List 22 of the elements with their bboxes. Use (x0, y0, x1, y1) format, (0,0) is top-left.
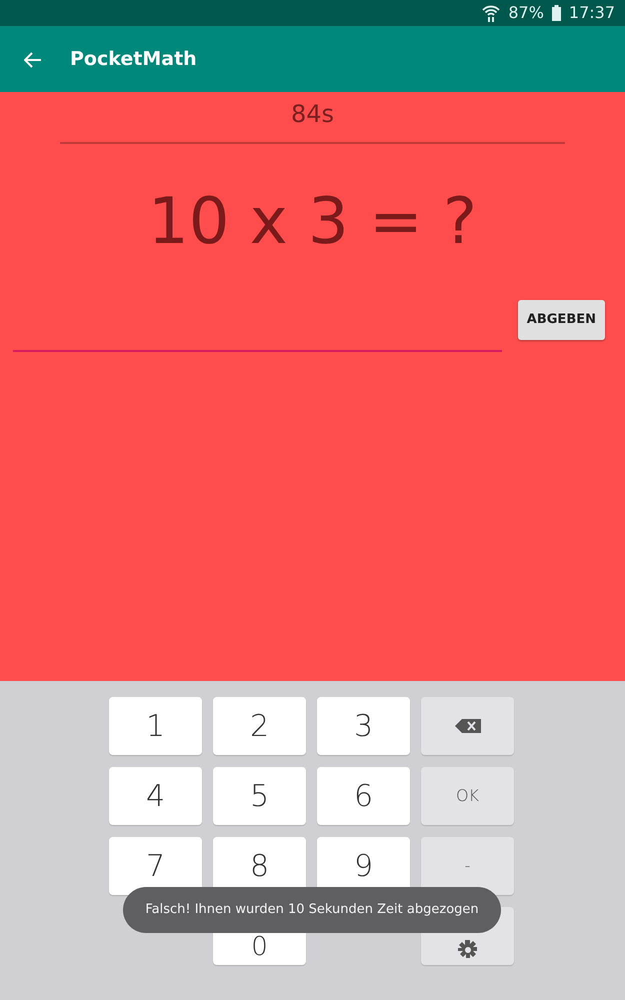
battery-icon (552, 5, 561, 21)
back-arrow-icon (24, 52, 42, 68)
backspace-key[interactable] (421, 697, 514, 755)
digit-key[interactable]: 6 (317, 767, 410, 825)
clock-time: 17:37 (568, 2, 615, 24)
timer-text: 84s (290, 100, 334, 128)
digit-key[interactable]: 4 (109, 767, 202, 825)
keyboard-key[interactable]: OK (421, 767, 514, 825)
wifi-icon (482, 4, 500, 22)
keyboard-key[interactable]: - (421, 837, 514, 895)
digit-key[interactable]: 5 (213, 767, 306, 825)
battery-percent: 87% (508, 2, 544, 24)
backspace-icon (454, 719, 480, 733)
app-title: PocketMath (70, 46, 197, 72)
question-text: 10 x 3 = ? (148, 185, 477, 259)
message-toast: Falsch! Ihnen wurden 10 Sekunden Zeit abgezogen (123, 887, 501, 933)
submit-button[interactable]: ABGEBEN (518, 300, 605, 340)
settings-icon (458, 940, 478, 960)
digit-key[interactable]: 1 (109, 697, 202, 755)
digit-key[interactable]: 7 (109, 837, 202, 895)
digit-key[interactable]: 3 (317, 697, 410, 755)
digit-key[interactable]: 2 (213, 697, 306, 755)
